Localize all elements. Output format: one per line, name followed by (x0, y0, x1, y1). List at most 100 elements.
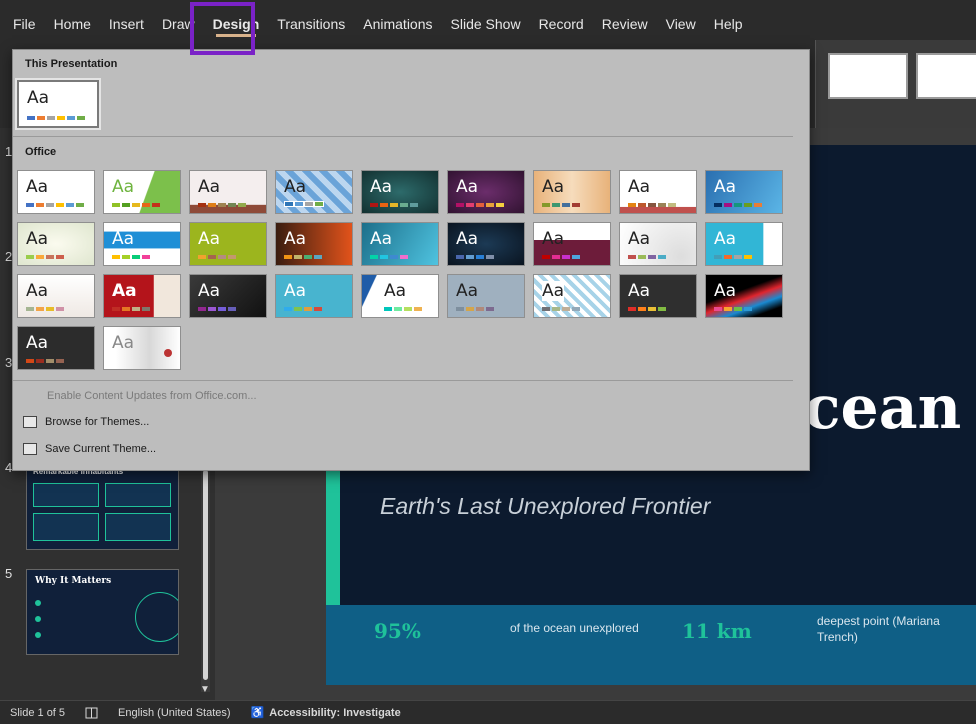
menu-animations[interactable]: Animations (354, 0, 441, 48)
theme-ion-pattern[interactable]: Aa (275, 170, 353, 214)
theme-sample: Aa (26, 333, 49, 353)
theme-basis[interactable]: Aa (189, 222, 267, 266)
slide-subtitle[interactable]: Earth's Last Unexplored Frontier (380, 493, 710, 520)
theme-swatches (112, 255, 150, 259)
notes-icon[interactable] (75, 707, 108, 719)
theme-swatches (714, 255, 752, 259)
theme-current[interactable]: Aa (17, 80, 99, 128)
theme-dividend[interactable]: Aa (447, 222, 525, 266)
language-status[interactable]: English (United States) (108, 707, 241, 719)
theme-sample: Aa (456, 177, 479, 197)
theme-ion-boardroom[interactable]: Aa (447, 170, 525, 214)
slide-thumbnail-5[interactable]: Why It Matters (26, 569, 179, 655)
scroll-thumb[interactable] (203, 470, 208, 680)
theme-madison[interactable]: Aa (103, 274, 181, 318)
theme-droplet[interactable]: Aa (533, 222, 611, 266)
theme-berlin[interactable]: Aa (275, 222, 353, 266)
theme-sample: Aa (284, 229, 307, 249)
theme-sample: Aa (26, 177, 49, 197)
slide-title[interactable]: cean (804, 373, 961, 443)
seal-icon (164, 349, 172, 357)
ribbon-theme-thumb[interactable] (916, 53, 976, 99)
theme-savon[interactable]: Aa (447, 274, 525, 318)
theme-circuit[interactable]: Aa (361, 222, 439, 266)
menu-draw[interactable]: Draw (153, 0, 204, 48)
menu-insert[interactable]: Insert (100, 0, 153, 48)
slide-thumbnail-4[interactable]: Remarkable Inhabitants (26, 462, 179, 550)
slides-scrollbar[interactable] (201, 470, 210, 692)
stats-band: 95% of the ocean unexplored 11 km deepes… (326, 605, 976, 685)
theme-swatches (384, 307, 422, 311)
theme-headlines[interactable]: Aa (705, 222, 783, 266)
theme-slice[interactable]: Aa (705, 170, 783, 214)
theme-metropolitan[interactable]: Aa (189, 274, 267, 318)
theme-vapor-trail[interactable]: Aa (619, 274, 697, 318)
theme-banded[interactable]: Aa (103, 222, 181, 266)
theme-facet[interactable]: Aa (103, 170, 181, 214)
ribbon-theme-strip (815, 40, 976, 128)
scroll-down-icon[interactable]: ▼ (200, 684, 210, 695)
theme-swatches (26, 307, 64, 311)
theme-swatches (27, 116, 85, 120)
theme-mesh[interactable]: Aa (17, 274, 95, 318)
menu-transitions[interactable]: Transitions (268, 0, 354, 48)
theme-swatches (456, 255, 494, 259)
save-theme-label: Save Current Theme... (45, 443, 157, 455)
slide-number: 5 (5, 566, 13, 581)
menu-slide-show[interactable]: Slide Show (442, 0, 530, 48)
stat-label: of the ocean unexplored (510, 621, 639, 635)
enable-content-updates-label: Enable Content Updates from Office.com..… (47, 390, 257, 402)
ribbon-theme-thumb[interactable] (828, 53, 908, 99)
theme-sample: Aa (542, 229, 565, 249)
theme-swatches (198, 307, 236, 311)
accessibility-label: Accessibility: Investigate (269, 706, 401, 719)
theme-feathered[interactable]: Aa (103, 326, 181, 370)
theme-quotable[interactable]: Aa (361, 274, 439, 318)
theme-sample: Aa (112, 229, 135, 249)
menu-review[interactable]: Review (593, 0, 657, 48)
theme-organic[interactable]: Aa (533, 170, 611, 214)
theme-sample: Aa (628, 229, 651, 249)
theme-sample: Aa (714, 281, 737, 301)
menu-record[interactable]: Record (530, 0, 593, 48)
accessibility-icon: ♿ (250, 707, 265, 719)
thumb-title: Why It Matters (35, 576, 112, 586)
theme-swatches (370, 203, 418, 207)
theme-swatches (198, 203, 246, 207)
theme-swatches (198, 255, 236, 259)
browse-for-themes[interactable]: Browse for Themes... (23, 416, 149, 428)
theme-swatches (714, 307, 752, 311)
theme-gallery[interactable]: Aa (619, 222, 697, 266)
accessibility-status[interactable]: ♿ Accessibility: Investigate (241, 706, 411, 720)
slide-position[interactable]: Slide 1 of 5 (0, 707, 75, 719)
theme-retrospect[interactable]: Aa (619, 170, 697, 214)
stat-value: 11 km (682, 619, 752, 643)
menu-help[interactable]: Help (705, 0, 752, 48)
stat-value: 95% (374, 619, 421, 643)
theme-swatches (112, 307, 150, 311)
theme-parallax[interactable]: Aa (275, 274, 353, 318)
theme-wood-type[interactable]: Aa (17, 326, 95, 370)
theme-ion[interactable]: Aa (361, 170, 439, 214)
theme-sample: Aa (27, 88, 50, 108)
theme-swatches (542, 203, 580, 207)
menu-design[interactable]: Design (204, 0, 269, 48)
theme-integral[interactable]: Aa (189, 170, 267, 214)
browse-themes-label: Browse for Themes... (45, 416, 150, 428)
bullet-icon (35, 632, 41, 638)
menu-file[interactable]: File (4, 0, 45, 48)
theme-sample: Aa (112, 177, 135, 197)
theme-swatches (370, 255, 408, 259)
menu-view[interactable]: View (657, 0, 705, 48)
theme-swatches (628, 255, 666, 259)
enable-content-updates[interactable]: Enable Content Updates from Office.com..… (47, 390, 257, 402)
bullet-icon (35, 616, 41, 622)
theme-view[interactable]: Aa (533, 274, 611, 318)
theme-sample: Aa (284, 177, 307, 197)
menu-home[interactable]: Home (45, 0, 100, 48)
theme-swatches (284, 307, 322, 311)
theme-office[interactable]: Aa (17, 170, 95, 214)
theme-vapor[interactable]: Aa (705, 274, 783, 318)
theme-wisp[interactable]: Aa (17, 222, 95, 266)
save-current-theme[interactable]: Save Current Theme... (23, 443, 156, 455)
